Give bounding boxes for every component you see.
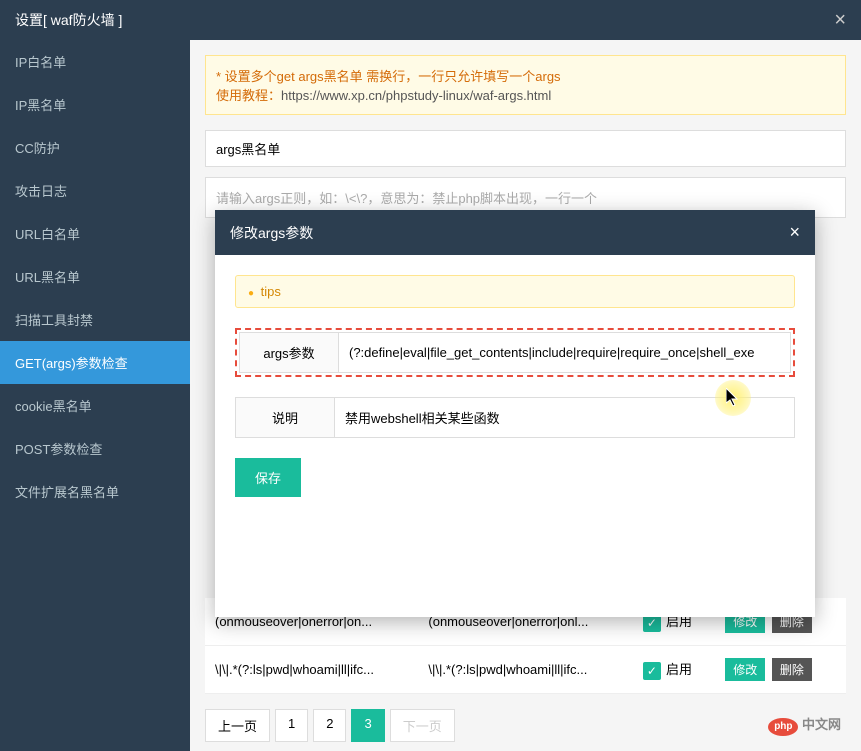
sidebar-item-ip-whitelist[interactable]: IP白名单 xyxy=(0,40,190,83)
form-input-desc[interactable] xyxy=(335,397,795,438)
warning-line3: 使用教程：https://www.xp.cn/phpstudy-linux/wa… xyxy=(216,85,835,104)
table-row: \|\|.*(?:ls|pwd|whoami|ll|ifc... \|\|.*(… xyxy=(205,646,846,694)
sidebar-item-cookie-blacklist[interactable]: cookie黑名单 xyxy=(0,384,190,427)
delete-button[interactable]: 删除 xyxy=(772,658,812,681)
window-close-icon[interactable]: × xyxy=(834,9,846,32)
sidebar-item-post-check[interactable]: POST参数检查 xyxy=(0,427,190,470)
modal-body: ● tips args参数 说明 保存 xyxy=(215,255,815,617)
tips-box: ● tips xyxy=(235,275,795,308)
tips-dot-icon: ● xyxy=(248,288,254,299)
form-row-desc: 说明 xyxy=(235,397,795,438)
form-label-desc: 说明 xyxy=(235,397,335,438)
modal-close-icon[interactable]: × xyxy=(789,222,800,243)
warning-line2: * 设置多个get args黑名单 需换行，一行只允许填写一个args xyxy=(216,66,835,85)
sidebar-item-scanner-ban[interactable]: 扫描工具封禁 xyxy=(0,298,190,341)
page-button-2[interactable]: 2 xyxy=(313,709,346,742)
save-button[interactable]: 保存 xyxy=(235,458,301,497)
next-page-button: 下一页 xyxy=(390,709,455,742)
args-name-input[interactable] xyxy=(205,130,846,167)
form-row-args: args参数 xyxy=(235,328,795,377)
sidebar-item-url-blacklist[interactable]: URL黑名单 xyxy=(0,255,190,298)
form-label-args: args参数 xyxy=(239,332,339,373)
modal-title: 修改args参数 xyxy=(230,223,313,243)
sidebar: IP白名单 IP黑名单 CC防护 攻击日志 URL白名单 URL黑名单 扫描工具… xyxy=(0,40,190,751)
sidebar-item-ip-blacklist[interactable]: IP黑名单 xyxy=(0,83,190,126)
sidebar-item-cc-protection[interactable]: CC防护 xyxy=(0,126,190,169)
sidebar-item-url-whitelist[interactable]: URL白名单 xyxy=(0,212,190,255)
page-button-1[interactable]: 1 xyxy=(275,709,308,742)
sidebar-item-file-ext-blacklist[interactable]: 文件扩展名黑名单 xyxy=(0,470,190,513)
status-check-icon: ✓ xyxy=(643,662,661,680)
sidebar-item-get-args[interactable]: GET(args)参数检查 xyxy=(0,341,190,384)
window-title: 设置[ waf防火墙 ] xyxy=(15,10,122,30)
prev-page-button[interactable]: 上一页 xyxy=(205,709,270,742)
pagination: 上一页 1 2 3 下一页 xyxy=(205,709,846,742)
page-button-3[interactable]: 3 xyxy=(351,709,384,742)
table-cell-actions: 修改 删除 xyxy=(715,646,846,694)
sidebar-item-attack-log[interactable]: 攻击日志 xyxy=(0,169,190,212)
table-cell-regex: \|\|.*(?:ls|pwd|whoami|ll|ifc... xyxy=(205,646,418,694)
edit-button[interactable]: 修改 xyxy=(725,658,765,681)
php-logo-icon: php xyxy=(768,718,798,736)
footer-logo: php 中文网 xyxy=(768,714,841,736)
table-cell-status: ✓启用 xyxy=(633,646,715,694)
input-group: 请输入args正则，如：\<\?，意思为：禁止php脚本出现，一行一个 xyxy=(205,130,846,218)
window-header: 设置[ waf防火墙 ] × xyxy=(0,0,861,40)
modal-header: 修改args参数 × xyxy=(215,210,815,255)
tutorial-link[interactable]: https://www.xp.cn/phpstudy-linux/waf-arg… xyxy=(281,88,551,103)
edit-args-modal: 修改args参数 × ● tips args参数 说明 保存 xyxy=(215,210,815,617)
warning-box: * 设置多个get args黑名单 需换行，一行只允许填写一个args 使用教程… xyxy=(205,55,846,115)
form-input-args[interactable] xyxy=(339,332,791,373)
table-cell-desc: \|\|.*(?:ls|pwd|whoami|ll|ifc... xyxy=(418,646,633,694)
